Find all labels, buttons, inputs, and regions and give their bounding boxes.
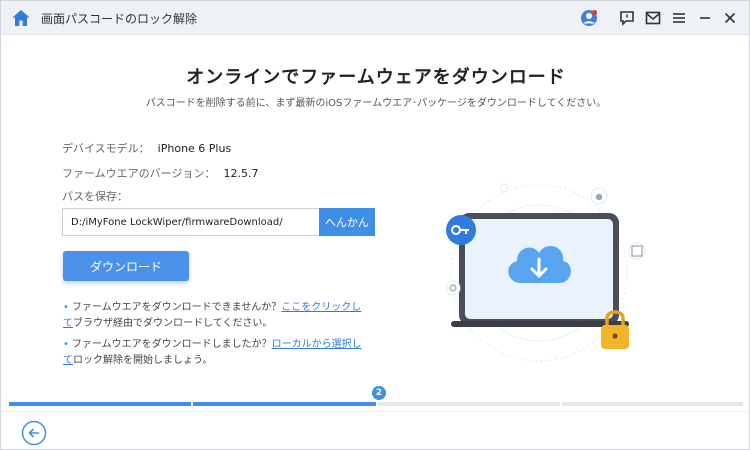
page-subtitle: パスコードを削除する前に、まず最新のiOSファームウエア･パッケージをダウンロー… — [145, 98, 607, 109]
user-avatar-icon[interactable] — [580, 9, 598, 27]
feedback-icon[interactable] — [618, 9, 636, 27]
progress-divider — [376, 402, 378, 406]
download-button[interactable]: ダウンロード — [63, 251, 189, 281]
save-path-input[interactable] — [62, 208, 319, 236]
current-step-badge: 2 — [372, 386, 386, 400]
browse-button[interactable]: へんかん — [319, 208, 375, 236]
close-icon[interactable] — [721, 9, 739, 27]
firmware-version-value: 12.5.7 — [223, 167, 259, 180]
footer — [1, 411, 749, 449]
note-after: ロック解除を開始しましょう。 — [73, 355, 213, 366]
minimize-icon[interactable] — [696, 9, 714, 27]
bullet-dot: • — [63, 302, 69, 313]
home-icon[interactable] — [11, 8, 31, 28]
page-title: オンラインでファームウェアをダウンロード — [186, 67, 566, 88]
firmware-version-label: ファームウエアのバージョン： — [62, 167, 216, 180]
back-arrow-icon[interactable] — [21, 420, 47, 446]
bullet-dot: • — [63, 339, 69, 350]
firmware-download-illustration — [445, 183, 646, 362]
note-download-failed: • ファームウエアをダウンロードできませんか？ここをクリックしてブラウザ経由でダウ… — [63, 300, 363, 332]
title-bar: 画面パスコードのロック解除 — [1, 1, 749, 35]
app-window: 画面パスコードのロック解除 オンラインでファームウェアをダウンロード パスコード… — [0, 0, 750, 450]
device-model-row: デバイスモデル： iPhone 6 Plus — [62, 140, 231, 156]
progress-divider — [560, 402, 562, 406]
firmware-version-row: ファームウエアのバージョン： 12.5.7 — [62, 165, 258, 181]
menu-icon[interactable] — [670, 9, 688, 27]
mail-icon[interactable] — [644, 9, 662, 27]
progress-track — [9, 402, 743, 406]
device-model-value: iPhone 6 Plus — [157, 142, 232, 155]
main-content: オンラインでファームウェアをダウンロード パスコードを削除する前に、まず最新のi… — [9, 43, 743, 409]
note-text: ファームウエアをダウンロードしましたか？ — [71, 339, 272, 350]
progress-divider — [191, 402, 193, 406]
save-path-label: パスを保存： — [62, 190, 128, 203]
note-after: ブラウザ経由でダウンロードしてください。 — [73, 318, 273, 329]
window-title: 画面パスコードのロック解除 — [41, 12, 198, 26]
note-already-downloaded: • ファームウエアをダウンロードしましたか？ローカルから選択してロック解除を開始し… — [63, 337, 363, 369]
device-model-label: デバイスモデル： — [62, 142, 150, 155]
note-text: ファームウエアをダウンロードできませんか？ — [71, 302, 282, 313]
